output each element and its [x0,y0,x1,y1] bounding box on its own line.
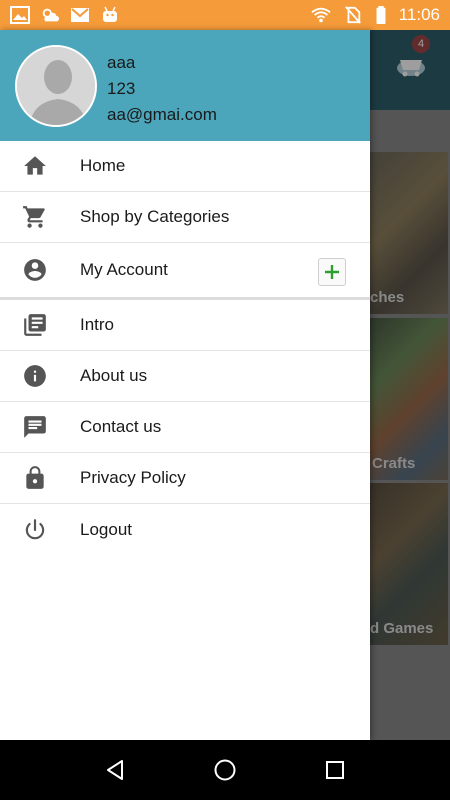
message-icon [24,416,46,438]
user-name: aaa [107,53,136,72]
battery-icon [376,6,386,24]
info-icon [24,365,46,387]
person-silhouette-icon [17,47,95,125]
menu-item-label: Logout [80,519,132,539]
no-sim-icon [344,6,361,24]
account-circle-icon [24,259,46,281]
menu-item-intro[interactable]: Intro [0,300,370,351]
cart-icon [23,206,45,228]
menu-item-label: Home [80,156,126,175]
home-icon [24,156,46,175]
menu-item-label: Shop by Categories [80,207,230,226]
plus-icon [325,265,339,279]
menu-item-privacy-policy[interactable]: Privacy Policy [0,453,370,504]
image-icon [10,6,30,24]
menu-item-label: About us [80,366,148,385]
wifi-icon [311,7,331,23]
menu-item-label: Contact us [80,417,162,436]
weather-icon [42,8,60,22]
avatar[interactable] [15,45,97,127]
clock: 11:06 [398,5,440,24]
back-icon[interactable] [103,758,127,782]
lock-icon [26,466,44,489]
gmail-icon [71,8,89,22]
menu-item-label: My Account [80,260,168,279]
user-phone: 123 [107,79,136,98]
menu-item-label: Privacy Policy [80,468,186,487]
navigation-drawer: aaa 123 aa@gmai.com Home Shop by Categor… [0,30,370,740]
user-email: aa@gmai.com [107,105,217,124]
home-circle-icon[interactable] [213,758,237,782]
scrim[interactable] [370,30,450,740]
system-nav-bar [0,740,450,800]
user-info: aaa 123 aa@gmai.com [107,50,217,128]
menu-item-shop-by-categories[interactable]: Shop by Categories [0,192,370,243]
drawer-header: aaa 123 aa@gmai.com [0,30,370,141]
expand-account-button[interactable] [318,258,346,286]
status-bar: 11:06 [0,0,450,30]
android-icon [103,6,117,22]
recents-icon[interactable] [323,758,347,782]
menu-item-contact-us[interactable]: Contact us [0,402,370,453]
power-icon [25,518,45,539]
menu-item-about-us[interactable]: About us [0,351,370,402]
library-books-icon [24,314,46,336]
menu-item-home[interactable]: Home [0,141,370,192]
menu-item-logout[interactable]: Logout [0,504,370,555]
menu-item-label: Intro [80,315,115,334]
menu-item-my-account[interactable]: My Account [0,243,370,300]
